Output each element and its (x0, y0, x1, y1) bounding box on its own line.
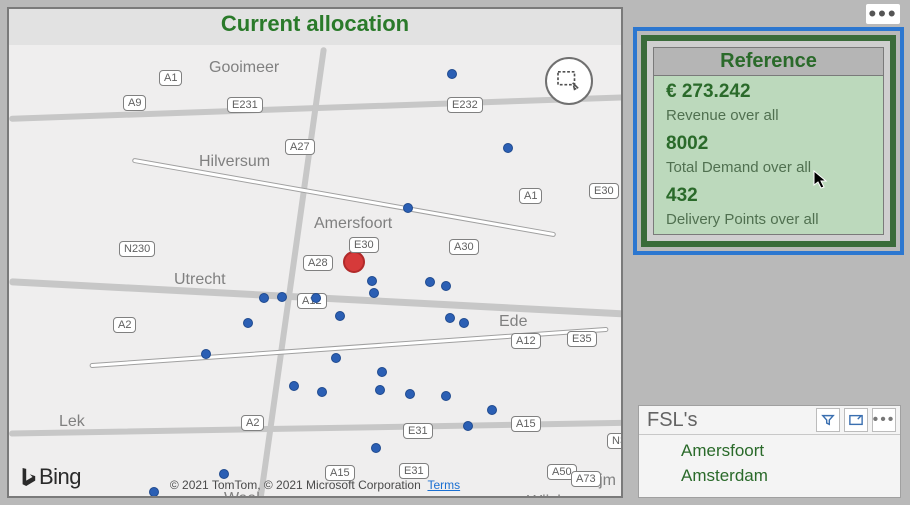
map-marker[interactable] (445, 313, 455, 323)
map-marker[interactable] (503, 143, 513, 153)
map-marker[interactable] (149, 487, 159, 496)
map-city-label: Gooimeer (209, 59, 279, 77)
road-shield: A30 (449, 239, 479, 255)
road-shield: A2 (241, 415, 264, 431)
lasso-select-icon (556, 70, 582, 92)
map-marker-selected[interactable] (343, 251, 365, 273)
fsl-more-button[interactable]: ••• (872, 408, 896, 432)
road-shield: E232 (447, 97, 483, 113)
road-shield: A2 (113, 317, 136, 333)
map-marker[interactable] (335, 311, 345, 321)
map-marker[interactable] (367, 276, 377, 286)
map-marker[interactable] (311, 293, 321, 303)
road-shield: E30 (349, 237, 379, 253)
map-marker[interactable] (441, 391, 451, 401)
focus-icon (849, 413, 863, 427)
map-marker[interactable] (201, 349, 211, 359)
reference-title: Reference (653, 47, 884, 76)
map-marker[interactable] (377, 367, 387, 377)
map-marker[interactable] (277, 292, 287, 302)
road-shield: E31 (403, 423, 433, 439)
reference-card-selection[interactable]: Reference € 273.242 Revenue over all 800… (633, 27, 904, 255)
fsl-panel: FSL's ••• Amersfoort Amsterdam (638, 405, 901, 498)
page-more-button[interactable]: ••• (866, 4, 900, 24)
road-shield: A15 (325, 465, 355, 481)
metric-revenue-label: Revenue over all (666, 107, 871, 124)
metric-delivery-label: Delivery Points over all (666, 211, 871, 228)
map-city-label: Utrecht (174, 271, 226, 289)
map-marker[interactable] (375, 385, 385, 395)
road-shield: E30 (589, 183, 619, 199)
road-shield: A15 (511, 416, 541, 432)
road-shield: A12 (511, 333, 541, 349)
filter-button[interactable] (816, 408, 840, 432)
map-marker[interactable] (405, 389, 415, 399)
focus-mode-button[interactable] (844, 408, 868, 432)
map-terms-link[interactable]: Terms (427, 478, 460, 492)
map-city-label: Wiichen (527, 493, 584, 496)
road-shield: N3 (607, 433, 621, 449)
reference-body: € 273.242 Revenue over all 8002 Total De… (653, 76, 884, 235)
map-canvas[interactable]: Bing © 2021 TomTom, © 2021 Microsoft Cor… (9, 45, 621, 496)
fsl-list: Amersfoort Amsterdam (639, 435, 900, 488)
road-shield: E231 (227, 97, 263, 113)
map-attribution: © 2021 TomTom, © 2021 Microsoft Corporat… (9, 478, 621, 492)
map-city-label: Hilversum (199, 153, 270, 171)
map-marker[interactable] (441, 281, 451, 291)
road-shield: A9 (123, 95, 146, 111)
map-city-label: Ede (499, 313, 527, 331)
map-marker[interactable] (463, 421, 473, 431)
road-shield: E35 (567, 331, 597, 347)
map-marker[interactable] (487, 405, 497, 415)
map-marker[interactable] (459, 318, 469, 328)
fsl-item[interactable]: Amersfoort (681, 439, 900, 464)
road-shield: N230 (119, 241, 155, 257)
map-marker[interactable] (425, 277, 435, 287)
metric-delivery-value: 432 (666, 186, 871, 207)
road-shield: E31 (399, 463, 429, 479)
reference-card: Reference € 273.242 Revenue over all 800… (641, 35, 896, 247)
map-city-label: Waal (224, 490, 260, 496)
funnel-icon (821, 413, 835, 427)
map-marker[interactable] (403, 203, 413, 213)
map-panel: Current allocation Bing © 2021 TomTom, ©… (7, 7, 623, 498)
map-city-label: Amersfoort (314, 215, 392, 233)
map-marker[interactable] (331, 353, 341, 363)
metric-revenue-value: € 273.242 (666, 82, 871, 103)
map-marker[interactable] (371, 443, 381, 453)
map-marker[interactable] (447, 69, 457, 79)
map-city-label: Lek (59, 413, 85, 431)
road-shield: A27 (285, 139, 315, 155)
map-marker[interactable] (317, 387, 327, 397)
map-title: Current allocation (9, 9, 621, 41)
road-shield: A1 (519, 188, 542, 204)
road-shield: A1 (159, 70, 182, 86)
map-marker[interactable] (369, 288, 379, 298)
metric-demand-label: Total Demand over all (666, 159, 871, 176)
road-shield: A28 (303, 255, 333, 271)
more-icon: ••• (868, 1, 897, 27)
map-marker[interactable] (259, 293, 269, 303)
fsl-title: FSL's (647, 409, 816, 432)
map-marker[interactable] (243, 318, 253, 328)
road-shield: A73 (571, 471, 601, 487)
more-icon: ••• (873, 411, 896, 429)
map-marker[interactable] (219, 469, 229, 479)
region-select-button[interactable] (545, 57, 593, 105)
metric-demand-value: 8002 (666, 134, 871, 155)
map-marker[interactable] (289, 381, 299, 391)
fsl-item[interactable]: Amsterdam (681, 464, 900, 489)
